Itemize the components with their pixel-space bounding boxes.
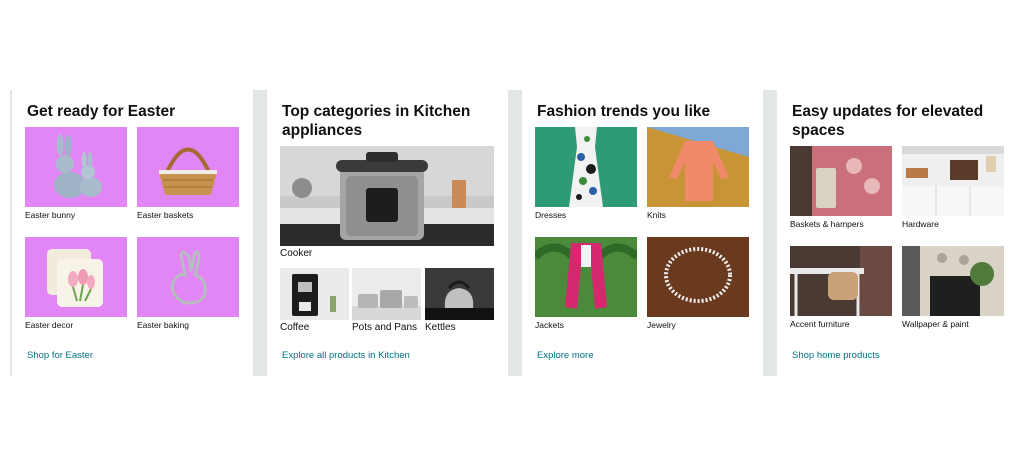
easter-pillow-image [25,237,127,317]
tile-label: Easter decor [25,320,74,330]
coffee-label: Coffee [280,322,310,333]
kettle-image[interactable] [425,268,494,320]
tile-label: Easter bunny [25,210,76,220]
easter-basket-image [137,127,239,207]
kettles-label: Kettles [425,322,456,333]
card-home: Easy updates for elevated spaces Shop ho… [777,90,1018,376]
tile-label: Accent furniture [790,319,850,329]
wallpaper-image [902,246,1004,316]
shop-for-easter-link[interactable]: Shop for Easter [27,350,93,361]
tile-label: Knits [647,210,666,220]
tile-easter-baskets[interactable]: Easter baskets [137,127,239,221]
explore-kitchen-link[interactable]: Explore all products in Kitchen [282,350,410,361]
pressure-cooker-image[interactable] [280,146,494,246]
card-title: Get ready for Easter [27,103,176,120]
tile-label: Jewelry [647,320,676,330]
card-title: Fashion trends you like [537,103,711,120]
tile-label: Wallpaper & paint [902,319,969,329]
knit-top-image [647,127,749,207]
coffee-maker-image[interactable] [280,268,349,320]
cooker-label: Cooker [280,248,313,259]
desk-furniture-image [790,246,892,316]
card-title: Easy updates for elevated spaces [792,103,984,139]
jacket-image [535,237,637,317]
tile-label: Easter baskets [137,210,194,220]
tile-label: Hardware [902,219,939,229]
tile-hardware[interactable]: Hardware [902,146,1004,230]
tile-knits[interactable]: Knits [647,127,749,221]
tile-jackets[interactable]: Jackets [535,237,637,331]
tile-label: Dresses [535,210,567,220]
tile-accent-furniture[interactable]: Accent furniture [790,246,892,330]
tile-easter-bunny[interactable]: Easter bunny [25,127,127,221]
card-title: Top categories in Kitchen appliances [282,103,471,139]
easter-bunny-image [25,127,127,207]
necklace-image [647,237,749,317]
tile-wallpaper-paint[interactable]: Wallpaper & paint [902,246,1004,330]
dress-image [535,127,637,207]
pots-pans-image[interactable] [352,268,421,320]
pots-pans-label: Pots and Pans [352,322,418,333]
bunny-cookie-cutter-image [137,237,239,317]
tile-easter-decor[interactable]: Easter decor [25,237,127,331]
tile-label: Baskets & hampers [790,219,864,229]
tile-label: Jackets [535,320,564,330]
cabinet-hardware-image [902,146,1004,216]
explore-more-link[interactable]: Explore more [537,350,594,361]
tile-easter-baking[interactable]: Easter baking [137,237,239,331]
tile-jewelry[interactable]: Jewelry [647,237,749,331]
hamper-image [790,146,892,216]
shop-home-products-link[interactable]: Shop home products [792,350,880,361]
tile-label: Easter baking [137,320,189,330]
tile-baskets-hampers[interactable]: Baskets & hampers [790,146,892,230]
tile-dresses[interactable]: Dresses [535,127,637,221]
